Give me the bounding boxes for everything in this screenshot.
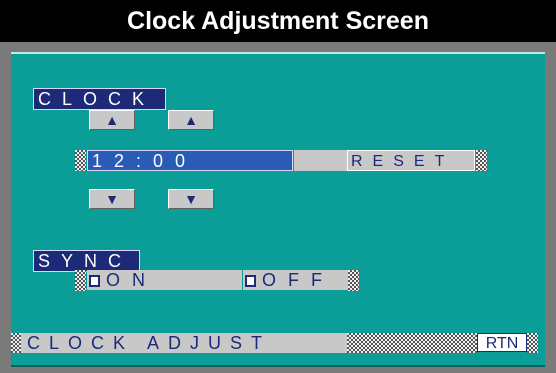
minute-down-button[interactable]: ▼ (168, 189, 214, 209)
checker-pattern (476, 150, 487, 171)
checker-pattern (347, 333, 477, 353)
clock-label: CLOCK (33, 88, 166, 110)
up-arrow-icon: ▲ (105, 112, 119, 128)
status-text: CLOCK ADJUST (21, 333, 347, 353)
sync-off-option[interactable]: OFF (243, 270, 349, 290)
minute-up-button[interactable]: ▲ (168, 110, 214, 130)
sync-label: SYNC (33, 250, 140, 272)
return-button[interactable]: RTN (477, 333, 527, 352)
reset-button[interactable]: RESET (347, 150, 475, 171)
clock-time-display[interactable]: 12:00 (87, 150, 293, 171)
sync-on-option[interactable]: ON (87, 270, 195, 290)
time-filler (294, 150, 347, 171)
up-arrow-icon: ▲ (184, 112, 198, 128)
checker-pattern (75, 270, 86, 291)
checkbox-icon (245, 275, 256, 287)
checker-pattern (527, 333, 538, 353)
sync-on-label: ON (106, 270, 157, 290)
sync-off-label: OFF (262, 270, 334, 290)
page-title: Clock Adjustment Screen (0, 0, 556, 42)
hour-down-button[interactable]: ▼ (89, 189, 135, 209)
down-arrow-icon: ▼ (105, 191, 119, 207)
checker-pattern (75, 150, 86, 171)
checker-pattern (11, 333, 21, 353)
checkbox-icon (89, 275, 100, 287)
down-arrow-icon: ▼ (184, 191, 198, 207)
checker-pattern (348, 270, 359, 291)
hour-up-button[interactable]: ▲ (89, 110, 135, 130)
sync-filler (195, 270, 242, 290)
